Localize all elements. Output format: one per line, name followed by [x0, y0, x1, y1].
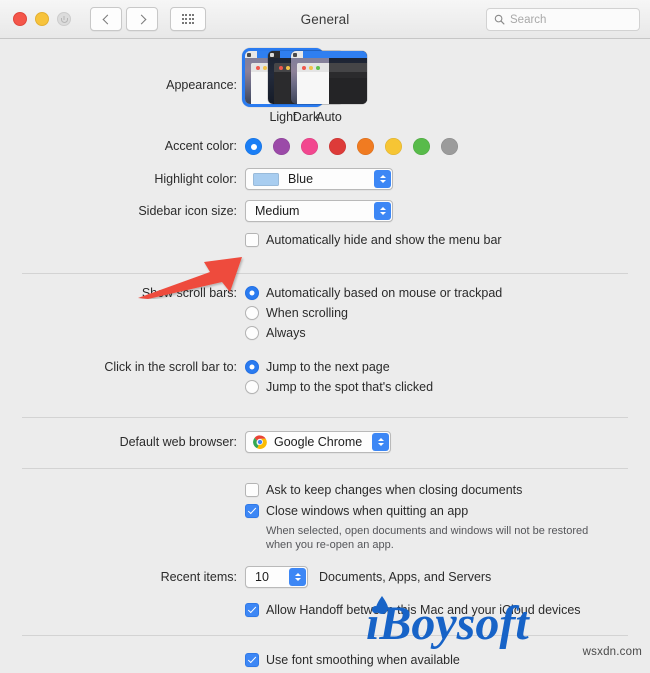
recent-items-label: Recent items:	[160, 569, 237, 584]
scroll-bar-click-label: Click in the scroll bar to:	[104, 359, 237, 374]
system-preferences-general-window: General Search Appearance: Light Dark Au…	[0, 0, 650, 667]
traffic-lights	[13, 12, 71, 26]
accent-color-row: Accent color:	[0, 138, 650, 155]
close-windows-checkbox[interactable]: Close windows when quitting an app	[245, 503, 650, 519]
scrollbar-option-automatic[interactable]: Automatically based on mouse or trackpad	[245, 285, 650, 301]
handoff-checkbox-box[interactable]	[245, 602, 259, 617]
appearance-row: Appearance: Light Dark Auto	[0, 39, 650, 124]
accent-swatch-graphite[interactable]	[441, 138, 458, 155]
default-web-browser-label: Default web browser:	[119, 434, 237, 449]
scroll-click-option-spot-clicked-radio[interactable]	[245, 379, 259, 394]
appearance-label: Appearance:	[166, 78, 237, 92]
accent-swatch-orange[interactable]	[357, 138, 374, 155]
scroll-click-option-next-page-label: Jump to the next page	[266, 359, 390, 374]
highlight-color-chevron-updown-icon[interactable]	[374, 170, 391, 188]
divider-1	[22, 272, 628, 274]
highlight-color-row: Highlight color: Blue	[0, 168, 650, 191]
scrollbar-option-when-scrolling[interactable]: When scrolling	[245, 305, 650, 321]
divider-2	[22, 416, 628, 418]
scrollbar-option-always[interactable]: Always	[245, 325, 650, 341]
ask-keep-changes-checkbox-box[interactable]	[245, 482, 259, 497]
accent-swatch-blue[interactable]	[245, 138, 262, 155]
highlight-color-label: Highlight color:	[154, 172, 237, 186]
scrollbar-option-always-label: Always	[266, 325, 306, 340]
show-scroll-bars-row: Show scroll bars: Automatically based on…	[0, 285, 650, 345]
ask-keep-changes-label: Ask to keep changes when closing documen…	[266, 482, 523, 497]
accent-swatch-green[interactable]	[413, 138, 430, 155]
highlight-color-popup[interactable]: Blue	[245, 168, 393, 190]
chevron-left-icon	[102, 14, 112, 24]
scroll-click-option-next-page-radio[interactable]	[245, 359, 259, 374]
sidebar-icon-size-chevron-updown-icon[interactable]	[374, 201, 391, 220]
close-windows-checkbox-box[interactable]	[245, 503, 259, 518]
search-icon	[494, 14, 505, 25]
scroll-bar-click-row: Click in the scroll bar to: Jump to the …	[0, 359, 650, 399]
watermark-domain: wsxdn.com	[582, 646, 642, 658]
sidebar-icon-size-row: Sidebar icon size: Medium	[0, 199, 650, 222]
window-titlebar: General Search	[0, 0, 650, 39]
handoff-checkbox[interactable]: Allow Handoff between this Mac and your …	[245, 602, 650, 618]
preferences-content: Appearance: Light Dark Auto Accent color…	[0, 39, 650, 667]
auto-hide-menubar-row: Automatically hide and show the menu bar	[0, 232, 650, 253]
ask-keep-changes-checkbox[interactable]: Ask to keep changes when closing documen…	[245, 482, 650, 498]
close-windows-label: Close windows when quitting an app	[266, 503, 469, 518]
handoff-label: Allow Handoff between this Mac and your …	[266, 602, 581, 617]
appearance-label-auto: Auto	[316, 110, 342, 124]
close-button-icon[interactable]	[13, 12, 27, 26]
sidebar-icon-size-popup[interactable]: Medium	[245, 199, 393, 222]
recent-items-stepper[interactable]: 10	[245, 565, 308, 588]
default-web-browser-chevron-updown-icon[interactable]	[372, 432, 389, 451]
recent-items-value: 10	[255, 569, 269, 584]
grid-icon	[181, 14, 195, 24]
scrollbar-option-automatic-label: Automatically based on mouse or trackpad	[266, 285, 503, 300]
auto-hide-menu-bar-checkbox[interactable]: Automatically hide and show the menu bar	[245, 232, 650, 248]
back-button[interactable]	[90, 7, 122, 31]
highlight-color-chip	[253, 172, 279, 186]
scroll-click-option-spot-clicked-label: Jump to the spot that's clicked	[266, 379, 434, 394]
default-web-browser-row: Default web browser: Google Chrome	[0, 430, 650, 454]
default-web-browser-popup[interactable]: Google Chrome	[245, 430, 391, 453]
accent-swatch-purple[interactable]	[273, 138, 290, 155]
default-web-browser-value: Google Chrome	[274, 434, 363, 449]
documents-options-row: Ask to keep changes when closing documen…	[0, 482, 650, 552]
sidebar-icon-size-value: Medium	[255, 203, 300, 218]
sidebar-icon-size-label: Sidebar icon size:	[138, 203, 237, 218]
forward-button[interactable]	[126, 7, 158, 31]
divider-4	[22, 634, 628, 636]
accent-color-label: Accent color:	[164, 139, 237, 153]
accent-swatch-pink[interactable]	[301, 138, 318, 155]
search-placeholder: Search	[510, 13, 547, 26]
recent-items-row: Recent items: 10 Documents, Apps, and Se…	[0, 565, 650, 588]
appearance-options: Light Dark Auto	[245, 51, 650, 124]
close-windows-help-line-1: When selected, open documents and window…	[266, 524, 589, 537]
highlight-color-value: Blue	[288, 172, 314, 186]
close-windows-help-line-2: when you re-open an app.	[266, 538, 394, 551]
font-smoothing-row: Use font smoothing when available	[0, 652, 650, 673]
appearance-thumbnail-auto	[291, 51, 367, 104]
accent-swatch-red[interactable]	[329, 138, 346, 155]
auto-hide-menu-bar-label: Automatically hide and show the menu bar	[266, 232, 502, 247]
show-all-button[interactable]	[170, 7, 206, 31]
search-field[interactable]: Search	[486, 8, 640, 31]
scrollbar-option-when-scrolling-label: When scrolling	[266, 305, 348, 320]
minimize-button-icon[interactable]	[35, 12, 49, 26]
accent-color-swatches	[245, 138, 650, 155]
recent-items-suffix: Documents, Apps, and Servers	[319, 569, 492, 584]
chrome-icon	[253, 434, 267, 449]
scroll-click-option-spot-clicked[interactable]: Jump to the spot that's clicked	[245, 379, 650, 395]
scroll-click-option-next-page[interactable]: Jump to the next page	[245, 359, 650, 375]
scrollbar-option-when-scrolling-radio[interactable]	[245, 305, 259, 320]
navigation-buttons	[90, 7, 158, 31]
show-scroll-bars-label: Show scroll bars:	[141, 285, 237, 300]
zoom-button-icon	[57, 12, 71, 26]
recent-items-chevron-updown-icon[interactable]	[289, 567, 306, 586]
divider-3	[22, 467, 628, 469]
scrollbar-option-always-radio[interactable]	[245, 325, 259, 340]
scrollbar-option-automatic-radio[interactable]	[245, 285, 259, 300]
auto-hide-menu-bar-checkbox-box[interactable]	[245, 232, 259, 247]
handoff-row: Allow Handoff between this Mac and your …	[0, 602, 650, 623]
accent-swatch-yellow[interactable]	[385, 138, 402, 155]
chevron-right-icon	[136, 14, 146, 24]
